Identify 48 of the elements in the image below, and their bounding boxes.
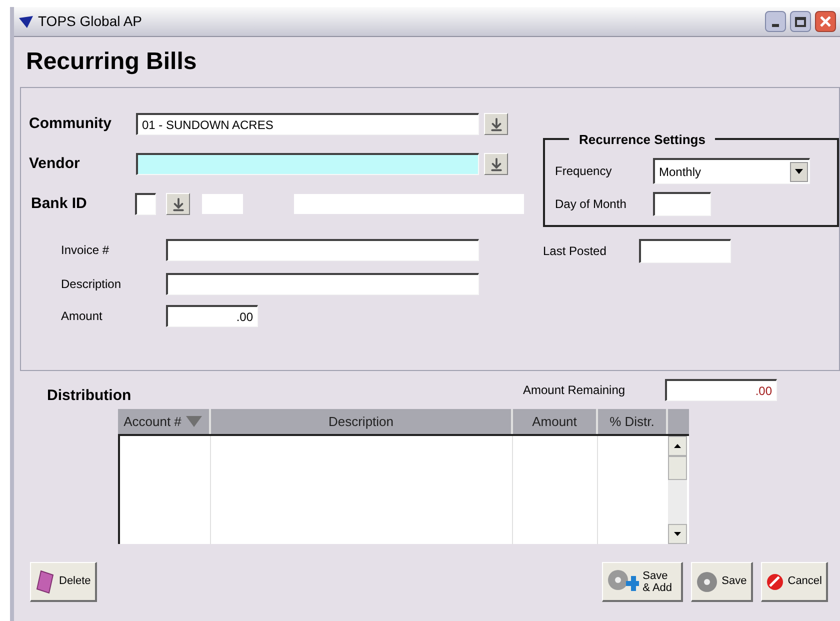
minimize-button[interactable]	[765, 11, 786, 32]
download-icon	[488, 156, 504, 172]
scroll-up-icon	[674, 444, 681, 448]
disc-icon	[696, 570, 718, 592]
delete-button[interactable]: Delete	[30, 562, 97, 602]
field-label: Day of Month	[555, 196, 628, 213]
save-button[interactable]: Save	[690, 562, 753, 602]
save-add-button[interactable]: Save & Add	[602, 562, 683, 602]
maximize-button[interactable]	[790, 11, 811, 32]
bank-code-field	[202, 194, 243, 214]
amount-remaining-field[interactable]: .00	[665, 379, 777, 401]
close-button[interactable]	[815, 11, 836, 32]
description-field[interactable]	[166, 273, 479, 295]
no-entry-icon	[766, 572, 784, 590]
section-title: Distribution	[47, 386, 132, 406]
lookup-button[interactable]	[166, 193, 190, 215]
download-icon	[170, 196, 186, 212]
scrollbar[interactable]	[668, 436, 687, 544]
field-label: Description	[60, 276, 122, 293]
last-posted-field[interactable]	[639, 239, 731, 263]
field-label: Frequency	[555, 163, 613, 180]
close-icon	[820, 16, 831, 27]
lookup-button[interactable]	[484, 113, 508, 135]
window-title: TOPS Global AP	[38, 12, 144, 31]
page-heading: Recurring Bills	[25, 47, 198, 77]
field-label: Invoice #	[60, 242, 110, 259]
field-label: Last Posted	[543, 243, 608, 260]
eraser-icon	[35, 568, 55, 594]
vendor-field[interactable]	[136, 153, 479, 175]
field-label: Community	[29, 114, 112, 134]
day-of-month-field[interactable]	[653, 192, 711, 216]
field-label: Vendor	[29, 154, 81, 174]
download-icon	[488, 116, 504, 132]
invoice-field[interactable]	[166, 239, 479, 261]
field-label: Bank ID	[30, 194, 88, 214]
community-field[interactable]: 01 - SUNDOWN ACRES	[136, 113, 479, 135]
amount-field[interactable]: .00	[166, 305, 258, 327]
sort-icon	[185, 414, 204, 428]
field-label: Amount	[60, 308, 104, 325]
frequency-dropdown[interactable]: Monthly	[653, 158, 810, 184]
scroll-down-icon	[674, 532, 681, 536]
caret-icon	[795, 169, 803, 174]
lookup-button[interactable]	[484, 153, 508, 175]
scroll-thumb[interactable]	[668, 456, 687, 480]
app-logo-icon	[18, 14, 34, 28]
field-label: Amount Remaining	[523, 382, 626, 399]
bank-id-field[interactable]	[135, 193, 156, 215]
cancel-button[interactable]: Cancel	[760, 562, 828, 602]
